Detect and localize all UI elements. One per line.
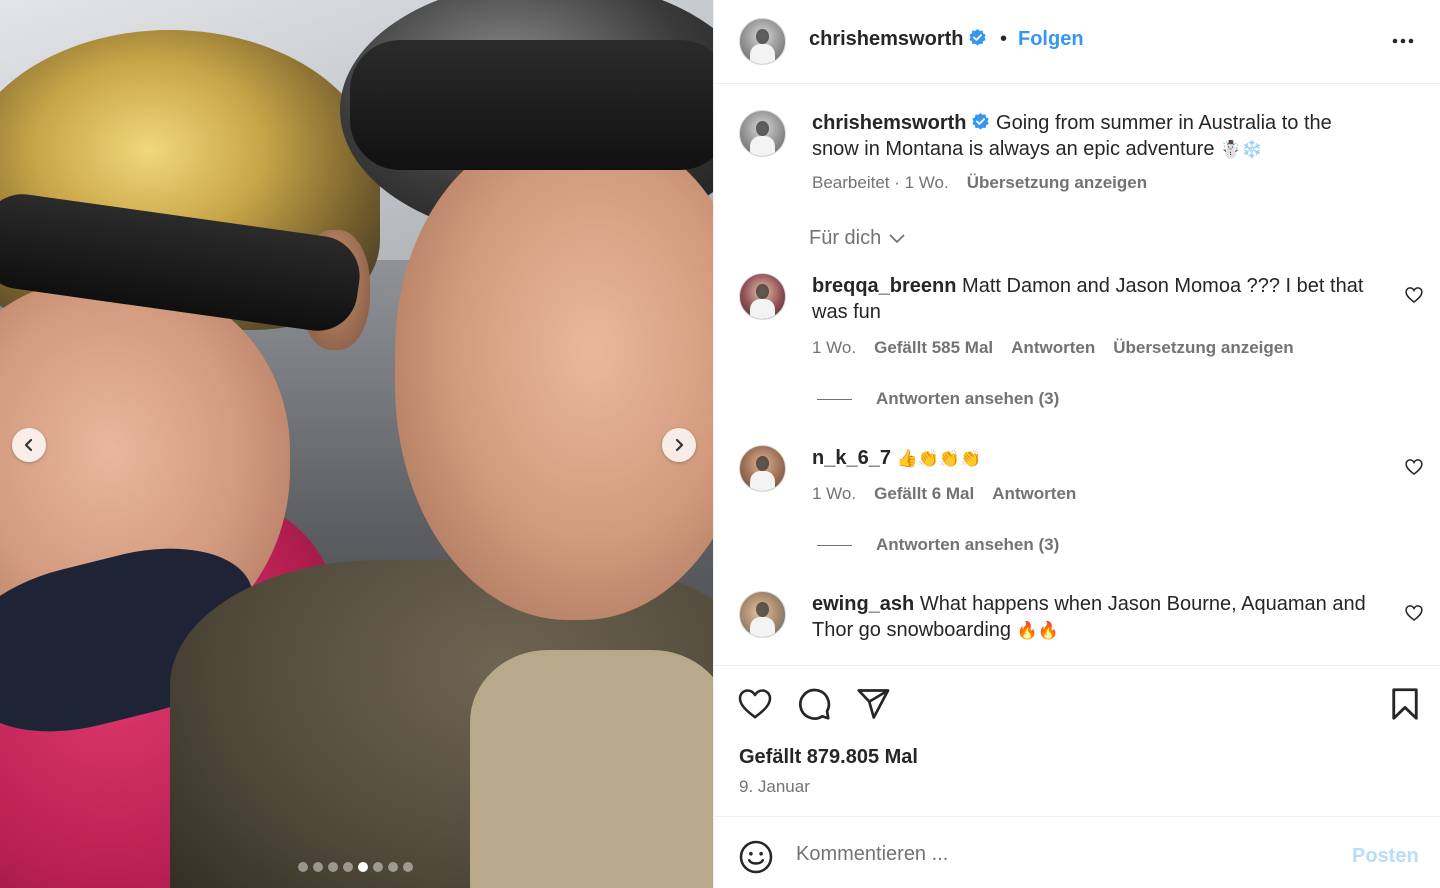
caption-edited-time: Bearbeitet · 1 Wo. [812, 173, 949, 192]
like-heart-icon[interactable] [737, 686, 773, 722]
comments-scroll-area[interactable]: chrishemsworth Going from summer in Aust… [714, 86, 1440, 664]
follow-button[interactable]: Folgen [1018, 28, 1084, 51]
pagination-dot [373, 862, 383, 872]
commenter-username[interactable]: n_k_6_7 [812, 447, 891, 469]
caption-username[interactable]: chrishemsworth [812, 112, 966, 134]
caption-text-block: chrishemsworth Going from summer in Aust… [812, 110, 1372, 163]
person-right-face [395, 130, 713, 620]
post-comment-button[interactable]: Posten [1352, 845, 1419, 868]
comment-sort-label: Für dich [809, 227, 882, 249]
author-avatar[interactable] [739, 18, 786, 65]
view-replies-label: Antworten ansehen (3) [876, 389, 1060, 408]
share-send-icon[interactable] [855, 686, 891, 722]
comment-reply-button[interactable]: Antworten [992, 484, 1076, 504]
caption-emoji: ☃️❄️ [1220, 140, 1263, 160]
header-separator: • [1000, 28, 1008, 50]
comment-meta: 1 Wo. Gefällt 6 Mal Antworten [812, 484, 1076, 504]
more-options-icon[interactable] [1390, 28, 1416, 54]
commenter-avatar[interactable] [739, 273, 786, 320]
like-comment-heart-icon[interactable] [1404, 457, 1424, 477]
commenter-avatar[interactable] [739, 445, 786, 492]
pagination-dot [298, 862, 308, 872]
comment-sort-dropdown[interactable]: Für dich [809, 227, 905, 250]
view-replies-label: Antworten ansehen (3) [876, 535, 1060, 554]
chevron-left-icon [24, 438, 33, 452]
comment-time: 1 Wo. [812, 484, 857, 503]
pagination-dot [403, 862, 413, 872]
post-image[interactable] [0, 0, 713, 888]
comment-translate-link[interactable]: Übersetzung anzeigen [1113, 338, 1293, 358]
comment-likes-count[interactable]: Gefällt 585 Mal [874, 338, 993, 358]
caption-author-avatar[interactable] [739, 110, 786, 157]
verified-badge-icon [972, 112, 990, 130]
add-comment-bar: Posten [714, 816, 1440, 888]
comment-text-block: breqqa_breenn Matt Damon and Jason Momoa… [812, 273, 1372, 325]
like-comment-heart-icon[interactable] [1404, 603, 1424, 623]
post-actions: Gefällt 879.805 Mal 9. Januar [714, 665, 1440, 815]
comment-emoji: 👍👏👏👏 [896, 449, 982, 469]
chevron-right-icon [675, 438, 684, 452]
comment-time: 1 Wo. [812, 338, 857, 357]
commenter-username[interactable]: ewing_ash [812, 593, 914, 615]
emoji-picker-icon[interactable] [738, 839, 774, 875]
pagination-dot [313, 862, 323, 872]
comment-likes-count[interactable]: Gefällt 6 Mal [874, 484, 974, 504]
caption-translate-link[interactable]: Übersetzung anzeigen [967, 173, 1147, 193]
post-date: 9. Januar [739, 777, 810, 796]
comment-input[interactable] [796, 843, 1336, 866]
replies-divider-line [817, 398, 852, 400]
caption-meta: Bearbeitet · 1 Wo. Übersetzung anzeigen [812, 173, 1147, 193]
person-right-goggles [350, 40, 713, 170]
pagination-dot [328, 862, 338, 872]
next-image-button[interactable] [662, 428, 696, 462]
comment-text-block: n_k_6_7 👍👏👏👏 [812, 445, 1372, 472]
author-username-text[interactable]: chrishemsworth [809, 28, 963, 50]
like-comment-heart-icon[interactable] [1404, 285, 1424, 305]
pagination-dot [343, 862, 353, 872]
commenter-avatar[interactable] [739, 591, 786, 638]
author-username[interactable]: chrishemsworth [809, 28, 987, 51]
comment-text-block: ewing_ash What happens when Jason Bourne… [812, 591, 1372, 644]
pagination-dot [388, 862, 398, 872]
chevron-down-icon [889, 234, 905, 243]
comment-meta: 1 Wo. Gefällt 585 Mal Antworten Übersetz… [812, 338, 1294, 358]
post-likes-count[interactable]: Gefällt 879.805 Mal [739, 746, 918, 769]
save-bookmark-icon[interactable] [1387, 686, 1423, 722]
pagination-dot [358, 862, 368, 872]
previous-image-button[interactable] [12, 428, 46, 462]
person-right-shirt [470, 650, 713, 888]
replies-divider-line [817, 544, 852, 546]
image-pagination-dots [298, 862, 413, 872]
commenter-username[interactable]: breqqa_breenn [812, 275, 956, 297]
view-replies-button[interactable]: Antworten ansehen (3) [817, 535, 1059, 555]
comment-emoji: 🔥🔥 [1016, 621, 1059, 641]
comment-reply-button[interactable]: Antworten [1011, 338, 1095, 358]
verified-badge-icon [969, 28, 987, 46]
view-replies-button[interactable]: Antworten ansehen (3) [817, 389, 1059, 409]
post-details-panel: chrishemsworth • Folgen chrishemsworth G… [713, 0, 1440, 888]
comment-bubble-icon[interactable] [796, 686, 832, 722]
post-header: chrishemsworth • Folgen [714, 0, 1440, 84]
